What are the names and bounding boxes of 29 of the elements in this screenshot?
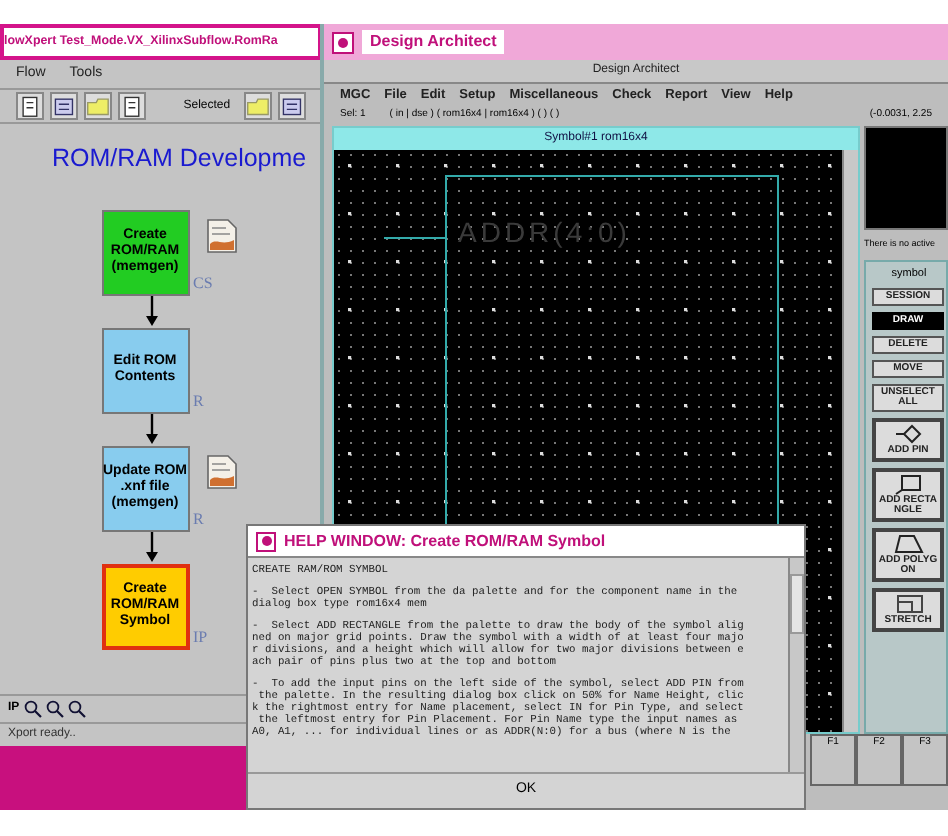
chip-icon[interactable]	[278, 92, 306, 120]
preview-panel	[864, 126, 948, 230]
flow-heading: ROM/RAM Developme	[52, 142, 307, 176]
step-tag: R	[193, 389, 204, 414]
chip-icon[interactable]	[49, 92, 78, 120]
flow-arrow	[145, 413, 157, 446]
log-file-icon[interactable]	[205, 217, 237, 254]
step-tag: R	[193, 507, 204, 532]
flow-arrow	[145, 531, 157, 564]
log-file-icon[interactable]	[205, 453, 237, 490]
rectangle-icon	[891, 472, 925, 496]
polygon-icon	[891, 532, 925, 556]
document-icon[interactable]	[16, 92, 44, 120]
pin-icon	[891, 422, 925, 446]
pin-line	[384, 236, 446, 240]
scroll-bar[interactable]	[842, 150, 858, 732]
flow-arrow	[145, 295, 157, 328]
stretch-icon	[891, 592, 925, 616]
step-tag: CS	[193, 271, 213, 296]
zoom-icon[interactable]	[23, 700, 42, 718]
zoom-icon[interactable]	[67, 700, 86, 718]
window-menu-icon[interactable]	[332, 31, 354, 53]
step-tag: IP	[193, 625, 208, 650]
document-icon[interactable]	[117, 92, 146, 120]
window-title: Design Architect	[362, 30, 505, 54]
window-menu-icon[interactable]	[256, 531, 276, 551]
bus-label: ADDR(4:0)	[458, 214, 631, 252]
zoom-icon[interactable]	[45, 700, 64, 718]
scroll-bar[interactable]	[788, 558, 804, 772]
